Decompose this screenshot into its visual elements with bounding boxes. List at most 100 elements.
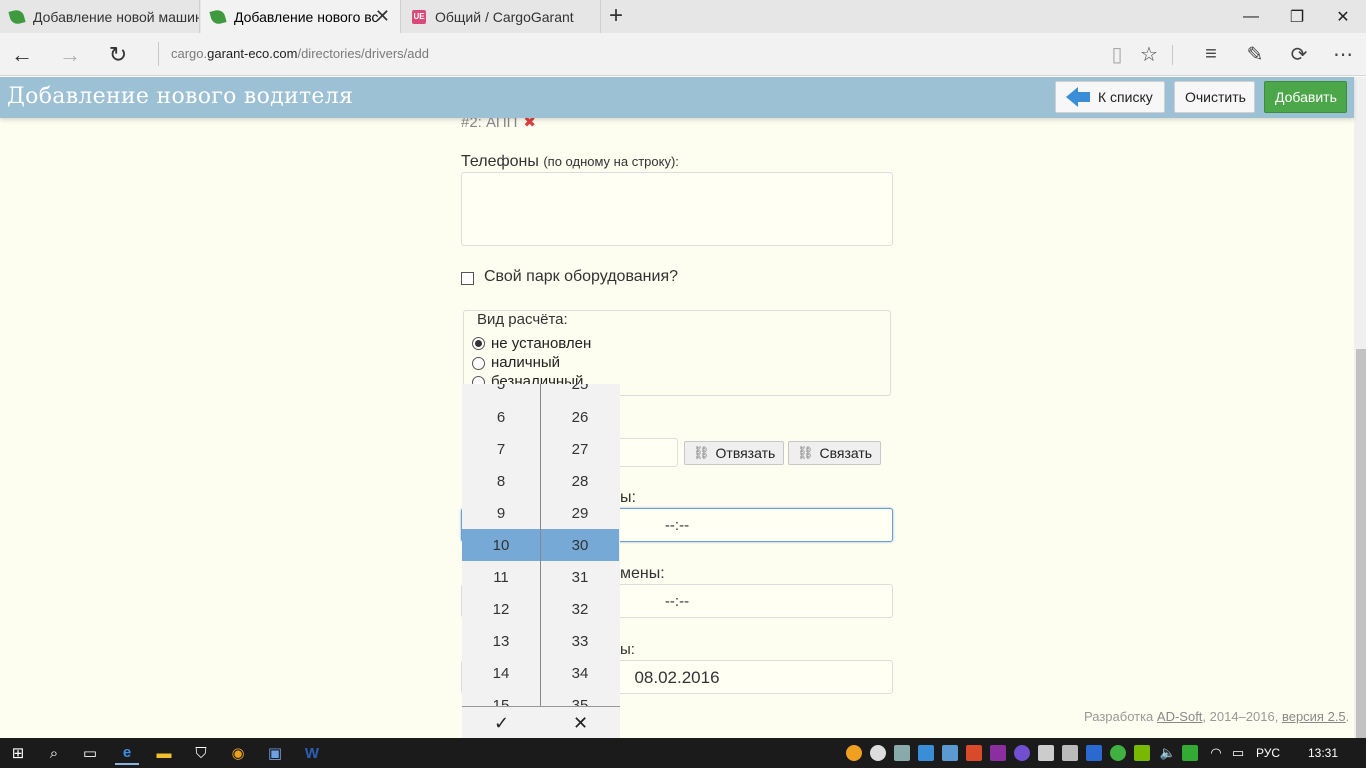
cloud-icon[interactable]: [870, 745, 886, 761]
hour-option[interactable]: 9: [462, 497, 540, 529]
hour-option[interactable]: 13: [462, 625, 540, 657]
minute-option[interactable]: 29: [541, 497, 619, 529]
close-tab-icon[interactable]: ✕: [375, 7, 390, 25]
add-label: Добавить: [1275, 89, 1337, 105]
tab-title: Добавление новой машин: [33, 8, 200, 25]
minute-option[interactable]: 31: [541, 561, 619, 593]
tray-monitor-icon[interactable]: [894, 745, 910, 761]
footer-years: , 2014–2016,: [1202, 709, 1282, 724]
payment-option-not-set: не установлен: [491, 335, 592, 352]
date-label: ы:: [620, 641, 635, 658]
windows-start-icon[interactable]: ⊞: [6, 741, 30, 765]
notification-icon[interactable]: ▭: [1226, 741, 1250, 765]
close-window-button[interactable]: ✕: [1320, 0, 1366, 33]
payment-radio-cash[interactable]: [472, 357, 485, 370]
tray-app-icon[interactable]: [942, 745, 958, 761]
url-prefix: cargo.: [171, 46, 208, 61]
hour-option[interactable]: 12: [462, 593, 540, 625]
hour-option[interactable]: 6: [462, 401, 540, 433]
tray-app-icon[interactable]: [1014, 745, 1030, 761]
onenote-icon[interactable]: [990, 745, 1006, 761]
reading-view-icon[interactable]: ▯: [1102, 39, 1132, 69]
search-icon[interactable]: ⌕: [42, 741, 66, 765]
toolbar-divider: [1172, 45, 1173, 65]
store-icon[interactable]: ⛉: [189, 741, 213, 765]
share-icon[interactable]: ⟳: [1284, 39, 1314, 69]
confirm-check-icon[interactable]: ✓: [462, 707, 541, 739]
minute-option[interactable]: 35: [541, 689, 619, 707]
footer-company-link[interactable]: AD-Soft: [1157, 709, 1203, 724]
nvidia-icon[interactable]: [1134, 745, 1150, 761]
tray-app-icon[interactable]: [1038, 745, 1054, 761]
footer-version-link[interactable]: версия 2.5: [1282, 709, 1346, 724]
minute-option[interactable]: 25: [541, 384, 619, 400]
page-header: Добавление нового водителя К списку Очис…: [0, 77, 1354, 118]
chrome-icon[interactable]: ◉: [226, 741, 250, 765]
page-scrollbar[interactable]: [1354, 77, 1366, 738]
back-to-list-label: К списку: [1098, 89, 1153, 105]
cancel-x-icon[interactable]: ✕: [541, 707, 620, 739]
tab-add-vehicle[interactable]: Добавление новой машин: [0, 0, 200, 33]
own-fleet-checkbox[interactable]: [461, 272, 474, 285]
shift-start-label: ы:: [620, 489, 636, 506]
add-button[interactable]: Добавить: [1264, 81, 1347, 113]
tray-app-icon[interactable]: [1110, 745, 1126, 761]
hour-option[interactable]: 8: [462, 465, 540, 497]
usb-icon[interactable]: [1062, 745, 1078, 761]
hub-icon[interactable]: ≡: [1196, 39, 1226, 69]
more-icon[interactable]: ⋯: [1328, 39, 1358, 69]
hour-option[interactable]: 14: [462, 657, 540, 689]
language-indicator[interactable]: РУС: [1256, 746, 1280, 760]
task-view-icon[interactable]: ▭: [78, 741, 102, 765]
forward-icon[interactable]: →: [54, 39, 86, 71]
clear-label: Очистить: [1185, 89, 1246, 105]
tab-cargogarant[interactable]: UE Общий / CargoGarant: [402, 0, 601, 33]
volume-icon[interactable]: 🔈: [1156, 741, 1180, 765]
word-icon[interactable]: W: [300, 741, 324, 765]
payment-radio-not-set[interactable]: [472, 337, 485, 350]
url-domain: garant-eco.com: [207, 46, 298, 61]
tray-app-icon[interactable]: [966, 745, 982, 761]
tray-app-icon[interactable]: [918, 745, 934, 761]
tab-add-driver[interactable]: Добавление нового вс ✕: [201, 0, 401, 33]
hour-option[interactable]: 11: [462, 561, 540, 593]
tray-app-icon[interactable]: [846, 745, 862, 761]
edge-icon[interactable]: e: [115, 741, 139, 765]
clear-button[interactable]: Очистить: [1174, 81, 1255, 113]
back-arrow-tail: [1078, 92, 1090, 102]
hour-option[interactable]: 7: [462, 433, 540, 465]
unbind-button[interactable]: ⛓ Отвязать: [684, 441, 785, 465]
hour-column[interactable]: 5 6 7 8 9 10 11 12 13 14 15: [462, 384, 540, 706]
bind-button[interactable]: ⛓ Связать: [788, 441, 882, 465]
minute-option[interactable]: 27: [541, 433, 619, 465]
taskbar: ⊞ ⌕ ▭ e ▬ ⛉ ◉ ▣ W 🔈 ◠ ▭ РУС 13:31: [0, 738, 1366, 768]
minute-option[interactable]: 28: [541, 465, 619, 497]
minute-option[interactable]: 32: [541, 593, 619, 625]
minute-option-selected[interactable]: 30: [541, 529, 619, 561]
back-to-list-button[interactable]: К списку: [1055, 81, 1165, 113]
bluetooth-icon[interactable]: [1086, 745, 1102, 761]
phones-label: Телефоны (по одному на строку):: [461, 153, 679, 171]
clock[interactable]: 13:31: [1308, 746, 1338, 760]
minute-option[interactable]: 33: [541, 625, 619, 657]
minute-option[interactable]: 34: [541, 657, 619, 689]
hour-option-selected[interactable]: 10: [462, 529, 540, 561]
back-icon[interactable]: ←: [6, 39, 38, 71]
refresh-icon[interactable]: ↻: [102, 39, 134, 71]
address-bar[interactable]: cargo.garant-eco.com/directories/drivers…: [158, 42, 429, 66]
hour-option[interactable]: 5: [462, 384, 540, 400]
phones-textarea[interactable]: [461, 172, 893, 246]
hour-option[interactable]: 15: [462, 689, 540, 707]
app-icon[interactable]: ▣: [263, 741, 287, 765]
web-note-icon[interactable]: ✎: [1240, 39, 1270, 69]
file-explorer-icon[interactable]: ▬: [152, 741, 176, 765]
wifi-icon[interactable]: ◠: [1204, 741, 1228, 765]
minute-option[interactable]: 26: [541, 401, 619, 433]
scrollbar-thumb[interactable]: [1356, 349, 1366, 738]
tray-app-icon[interactable]: [1182, 745, 1198, 761]
favorite-star-icon[interactable]: ☆: [1134, 39, 1164, 69]
new-tab-button[interactable]: +: [604, 4, 628, 28]
minimize-button[interactable]: —: [1228, 0, 1274, 33]
restore-button[interactable]: ❐: [1274, 0, 1320, 33]
minute-column[interactable]: 25 26 27 28 29 30 31 32 33 34 35: [541, 384, 619, 706]
